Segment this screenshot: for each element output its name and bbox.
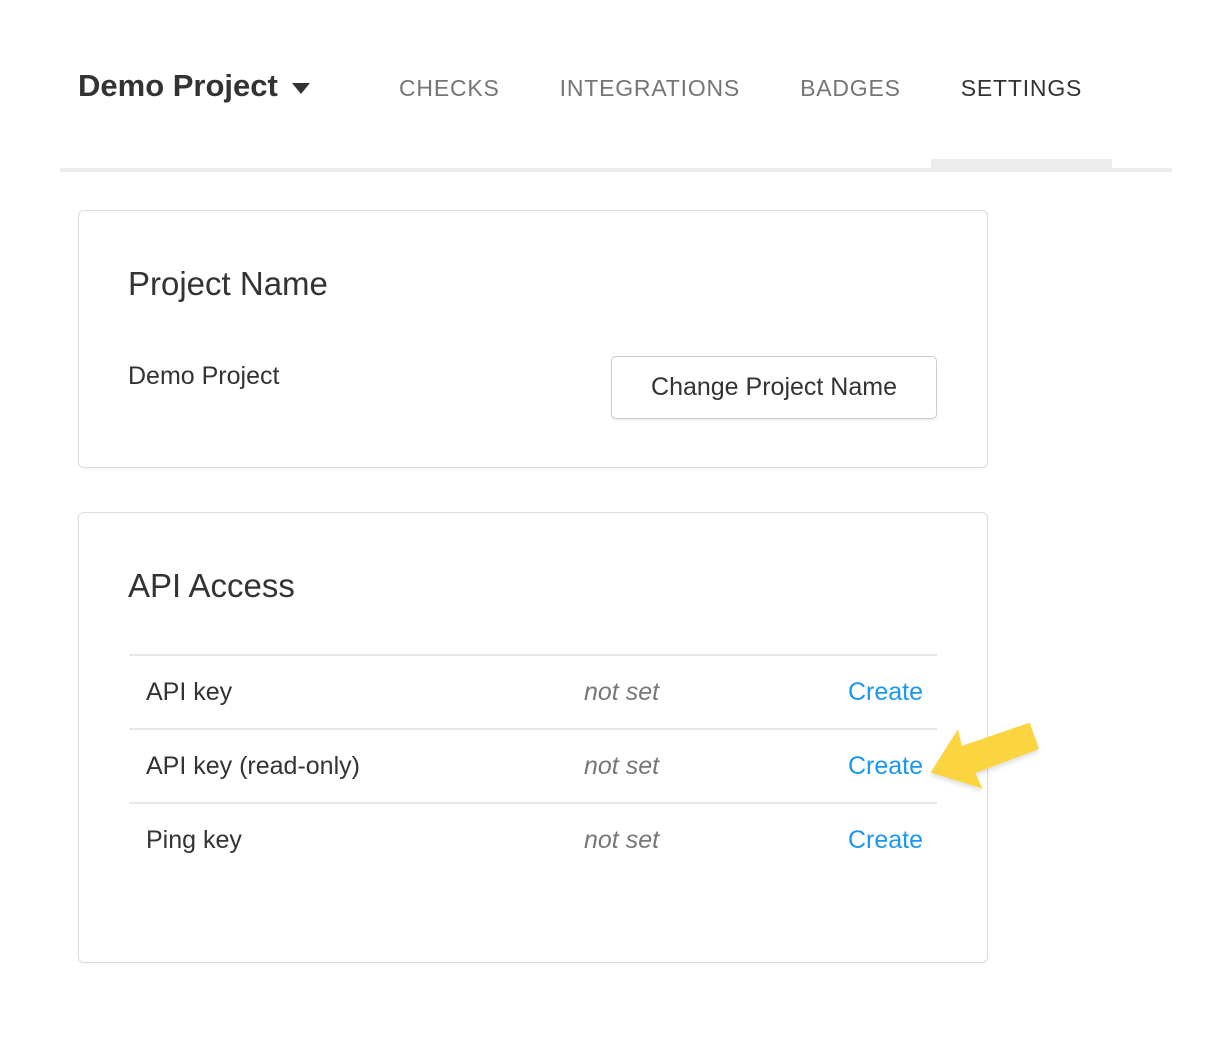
table-row-ping-key: Ping key not set Create <box>129 802 937 876</box>
current-project-name: Demo Project <box>128 361 279 391</box>
api-access-card: API Access API key not set Create API ke… <box>78 512 988 963</box>
tab-checks[interactable]: CHECKS <box>369 75 530 172</box>
tab-settings[interactable]: SETTINGS <box>931 75 1112 172</box>
api-key-read-only-label: API key (read-only) <box>129 752 584 781</box>
project-name-card: Project Name Demo Project Change Project… <box>78 210 988 468</box>
ping-key-value: not set <box>584 826 839 855</box>
table-row-api-key-read-only: API key (read-only) not set Create <box>129 728 937 802</box>
tab-integrations[interactable]: INTEGRATIONS <box>530 75 770 172</box>
ping-key-label: Ping key <box>129 826 584 855</box>
project-name-card-title: Project Name <box>128 265 987 303</box>
project-switcher-label: Demo Project <box>78 66 278 106</box>
api-keys-table: API key not set Create API key (read-onl… <box>129 654 937 876</box>
project-switcher-dropdown[interactable]: Demo Project <box>78 66 310 106</box>
caret-down-icon <box>292 83 310 94</box>
navbar-divider <box>60 168 1172 172</box>
create-api-key-link[interactable]: Create <box>839 678 937 707</box>
main-nav-tabs: CHECKS INTEGRATIONS BADGES SETTINGS <box>369 75 1112 172</box>
tab-badges[interactable]: BADGES <box>770 75 931 172</box>
api-key-read-only-value: not set <box>584 752 839 781</box>
api-key-value: not set <box>584 678 839 707</box>
table-row-api-key: API key not set Create <box>129 654 937 728</box>
api-key-label: API key <box>129 678 584 707</box>
create-ping-key-link[interactable]: Create <box>839 826 937 855</box>
change-project-name-button[interactable]: Change Project Name <box>611 356 937 419</box>
top-navbar: Demo Project CHECKS INTEGRATIONS BADGES … <box>0 0 1220 172</box>
api-access-card-title: API Access <box>128 567 987 605</box>
create-api-key-read-only-link[interactable]: Create <box>839 752 937 781</box>
